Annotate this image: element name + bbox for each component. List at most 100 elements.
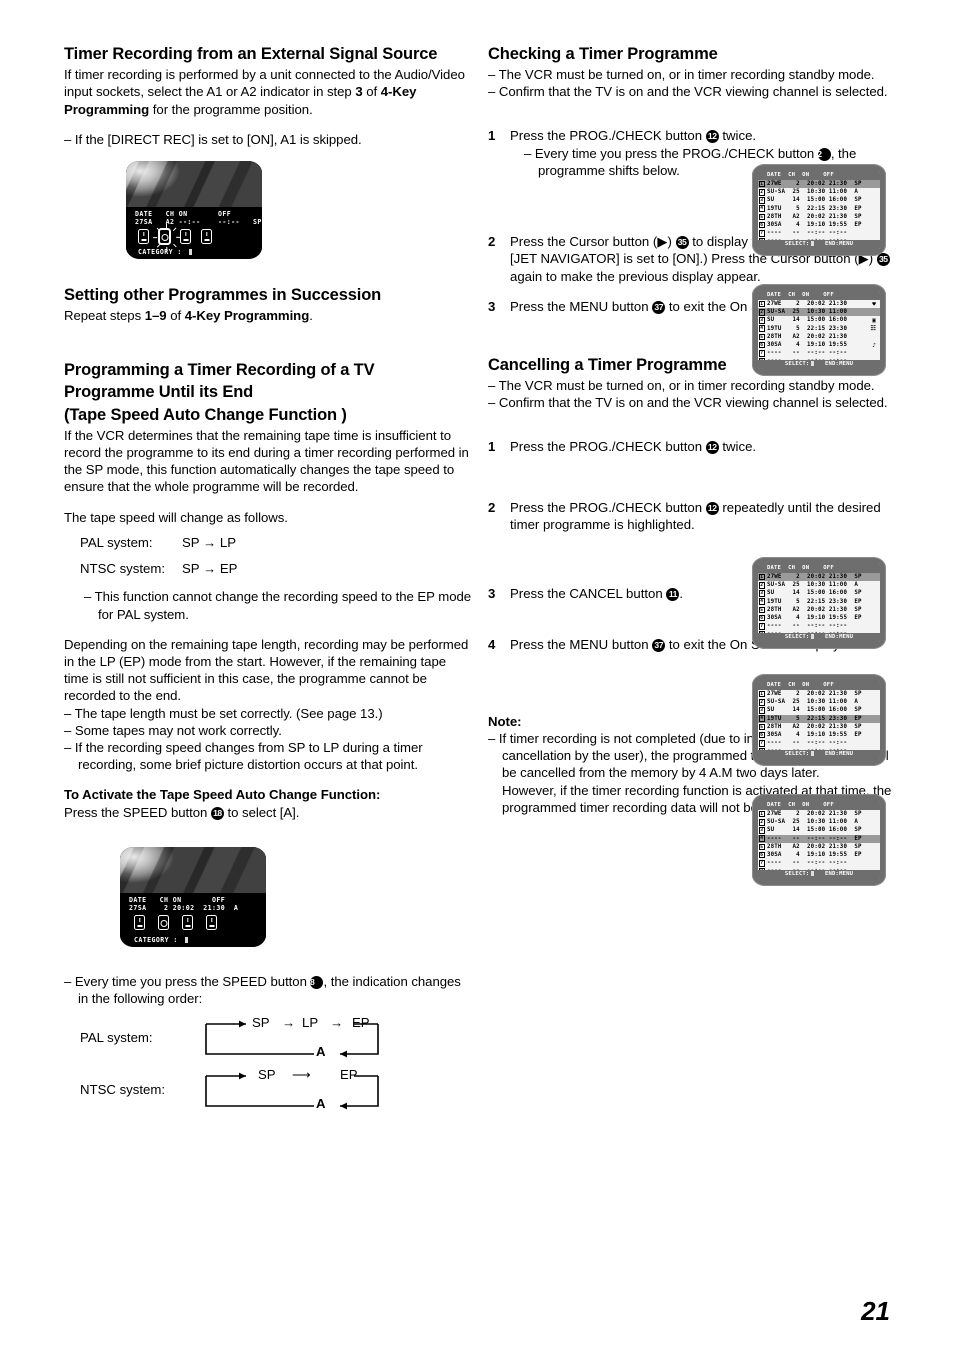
text-run: to select [A]. xyxy=(223,804,300,820)
cycle-term-ep: EP xyxy=(352,1015,370,1031)
osd-list-footer: SELECT: END:MENU xyxy=(758,750,880,759)
osd-list-row[interactable]: 5 28TH A2 20:02 21:30 SP xyxy=(758,843,880,851)
osd-row-text: SU 14 15:00 16:00 SP xyxy=(767,590,862,597)
osd-list-row[interactable]: 7 ---- -- --:-- --:-- xyxy=(758,229,880,237)
osd-list-row[interactable]: 3 SU 14 15:00 16:00 ▣ xyxy=(758,316,880,324)
paragraph-external-source: If timer recording is performed by a uni… xyxy=(64,66,474,118)
osd-row-index: 6 xyxy=(758,221,765,229)
osd-row-index: 3 xyxy=(758,707,765,714)
osd-programme-list-cancelled: DATE CH ON OFF 1 27WE 2 20:02 21:30 SP 2 SU… xyxy=(752,794,886,886)
osd-list-header: DATE CH ON OFF xyxy=(758,801,880,810)
osd-list-row[interactable]: 1 27WE 2 20:02 21:30 SP xyxy=(758,180,880,189)
osd-row-text: 28TH A2 20:02 21:30 SP xyxy=(767,843,862,850)
osd-list-row[interactable]: 5 28TH A2 20:02 21:30 SP xyxy=(758,213,880,221)
osd-row-index: 7 xyxy=(758,859,765,867)
heading-programming-timer-line3: (Tape Speed Auto Change Function ) xyxy=(64,405,347,424)
category-icon: ▣ xyxy=(872,316,876,324)
cycle-diagram-ntsc: NTSC system: SP ⟶ EP A xyxy=(64,1066,474,1114)
osd-row-text: 19TU 5 22:15 23:30 EP xyxy=(767,205,862,212)
osd-list-row[interactable]: 2 SU-SA 25 10:30 11:00 A xyxy=(758,581,880,589)
heading-checking-timer-programme: Checking a Timer Programme xyxy=(488,45,718,63)
osd-list-row[interactable]: 2 SU-SA 25 10:30 11:00 xyxy=(758,308,880,317)
osd-row-text: 30SA 4 19:10 19:55 EP xyxy=(767,221,862,228)
category-box-icon xyxy=(186,249,193,255)
speed-value-ntsc: SP → EP xyxy=(182,560,238,576)
key-channel-icon[interactable] xyxy=(158,914,169,930)
speed-row-pal: PAL system: SP → LP xyxy=(64,530,474,556)
step-number: 1 xyxy=(488,438,496,454)
osd-row-index: 5 xyxy=(758,843,765,851)
osd-list-row[interactable]: 6 30SA 4 19:10 19:55 EP xyxy=(758,221,880,229)
osd-list-row[interactable]: 2 SU-SA 25 10:30 11:00 A xyxy=(758,818,880,826)
osd-list-row[interactable]: 3 SU 14 15:00 16:00 SP xyxy=(758,196,880,204)
key-date-icon[interactable] xyxy=(134,914,145,930)
osd-list-row[interactable]: 3 SU 14 15:00 16:00 SP xyxy=(758,706,880,714)
osd-list-row[interactable]: 3 SU 14 15:00 16:00 SP xyxy=(758,826,880,834)
key-off-icon[interactable] xyxy=(201,229,212,244)
manual-page: Timer Recording from an External Signal … xyxy=(0,0,954,1351)
osd-row-text: SU-SA 25 10:30 11:00 A xyxy=(767,582,859,589)
button-ref-18-icon: 18 xyxy=(210,806,224,820)
osd-list-row[interactable]: 7 ---- -- --:-- --:-- xyxy=(758,622,880,630)
osd-list-row[interactable]: 4 19TU 5 22:15 23:30 EP xyxy=(758,714,880,723)
osd-list-footer: SELECT: END:MENU xyxy=(758,633,880,642)
key-channel-icon-blinking[interactable] xyxy=(152,224,180,251)
speed-row-ntsc: NTSC system: SP → EP xyxy=(64,556,474,582)
osd-overlay: DATE CH ON OFF 27SA A2 --:-- --:-- SP CA… xyxy=(126,207,262,259)
osd-list-header: DATE CH ON OFF xyxy=(758,564,880,573)
cancel-step-2: 2 Press the PROG./CHECK button 12 repeat… xyxy=(488,499,898,533)
osd-row-index: 7 xyxy=(758,739,765,747)
osd-list-row[interactable]: 4 19TU 5 22:15 23:30 ☷ xyxy=(758,325,880,333)
key-off-icon[interactable] xyxy=(206,914,217,930)
key-on-icon[interactable] xyxy=(180,229,191,244)
osd-list-row[interactable]: 6 30SA 4 19:10 19:55 ♪ xyxy=(758,341,880,349)
key-date-icon[interactable] xyxy=(138,229,149,244)
osd-list-row[interactable]: 6 30SA 4 19:10 19:55 EP xyxy=(758,731,880,739)
osd-list-row[interactable]: 6 30SA 4 19:10 19:55 EP xyxy=(758,851,880,859)
osd-list-row[interactable]: 5 28TH A2 20:02 21:30 SP xyxy=(758,606,880,614)
button-ref-12-icon: 12 xyxy=(705,440,719,454)
osd-list-row[interactable]: 4 19TU 5 22:15 23:30 EP xyxy=(758,598,880,606)
osd-list-row[interactable]: 7 ---- -- --:-- --:-- xyxy=(758,349,880,357)
osd-list-inner: DATE CH ON OFF 1 27WE 2 20:02 21:30 SP 2 SU… xyxy=(758,801,880,879)
osd-row-text: SU-SA 25 10:30 11:00 A xyxy=(767,189,859,196)
precondition-tv-on: – Confirm that the TV is on and the VCR … xyxy=(488,395,888,411)
osd-row-index: 4 xyxy=(758,205,765,212)
key-on-icon[interactable] xyxy=(182,914,193,930)
footer-end-label: END:MENU xyxy=(814,241,854,247)
osd-list-row[interactable]: 1 27WE 2 20:02 21:30 SP xyxy=(758,810,880,818)
osd-list-row[interactable]: 1 27WE 2 20:02 21:30 ♥ xyxy=(758,300,880,308)
footer-select-label: SELECT: xyxy=(784,871,810,877)
osd-list-row[interactable]: 3 SU 14 15:00 16:00 SP xyxy=(758,589,880,597)
osd-list-row[interactable]: 5 28TH A2 20:02 21:30 SP xyxy=(758,723,880,731)
osd-list-row[interactable]: 7 ---- -- --:-- --:-- xyxy=(758,739,880,747)
osd-list-row[interactable]: 4 19TU 5 22:15 23:30 EP xyxy=(758,205,880,213)
osd-row-text: ---- -- --:-- --:-- xyxy=(767,230,848,237)
text-run: Press the SPEED button xyxy=(64,804,211,820)
osd-list-row[interactable]: 5 28TH A2 20:02 21:30 xyxy=(758,333,880,341)
osd-list-row[interactable]: 1 27WE 2 20:02 21:30 SP xyxy=(758,690,880,698)
osd-list-row[interactable]: 6 30SA 4 19:10 19:55 EP xyxy=(758,614,880,622)
text-run: twice. xyxy=(718,127,757,143)
button-ref-37-icon: 37 xyxy=(652,638,666,652)
category-box-icon xyxy=(182,936,189,943)
heading-timer-recording-external: Timer Recording from an External Signal … xyxy=(64,45,438,63)
osd-row-text: SU-SA 25 10:30 11:00 A xyxy=(767,819,859,826)
text-bold-4key: 4-Key Programming xyxy=(184,308,310,324)
step-number: 3 xyxy=(488,586,496,602)
osd-list-row[interactable]: 7 ---- -- --:-- --:-- xyxy=(758,859,880,867)
osd-list-row[interactable]: 1 27WE 2 20:02 21:30 SP xyxy=(758,573,880,582)
osd-row-text: 27WE 2 20:02 21:30 SP xyxy=(767,574,862,580)
osd-row-index: 5 xyxy=(758,333,765,341)
osd-list-header: DATE CH ON OFF xyxy=(758,681,880,690)
osd-list-row[interactable]: 2 SU-SA 25 10:30 11:00 A xyxy=(758,698,880,706)
osd-list-row[interactable]: 4 ---- -- --:-- --:-- EP xyxy=(758,834,880,843)
tv-photo-flowers xyxy=(120,846,266,893)
text-bold-steps-range: 1–9 xyxy=(144,308,167,324)
osd-row-index: 2 xyxy=(758,698,765,706)
osd-list-row[interactable]: 2 SU-SA 25 10:30 11:00 A xyxy=(758,188,880,196)
tv-photo-flowers xyxy=(126,161,262,207)
osd-row-index: 1 xyxy=(758,573,765,581)
paragraph-auto-change-explanation: If the VCR determines that the remaining… xyxy=(64,427,469,495)
select-box-icon xyxy=(809,750,815,756)
